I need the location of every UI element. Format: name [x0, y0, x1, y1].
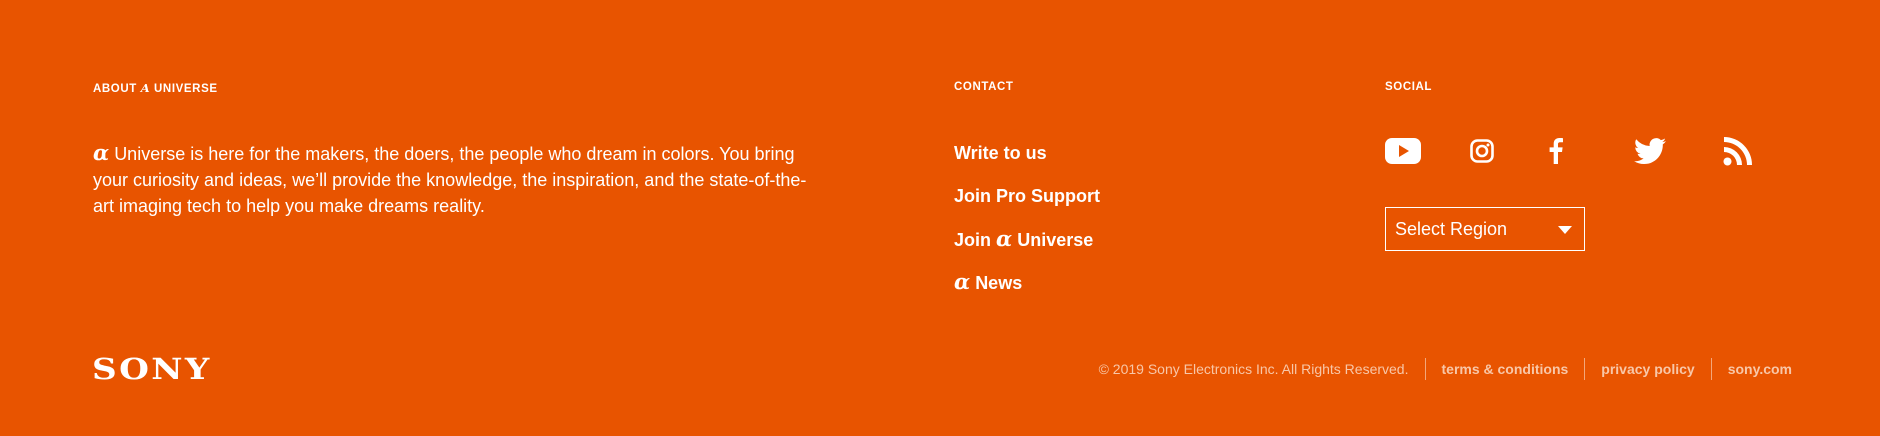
footer-legal-bar: © 2019 Sony Electronics Inc. All Rights … — [1099, 358, 1792, 380]
about-description: α Universe is here for the makers, the d… — [93, 140, 813, 219]
news-label: News — [975, 273, 1023, 293]
about-heading-suffix: UNIVERSE — [154, 83, 218, 95]
sony-logo[interactable]: SONY — [92, 352, 212, 386]
contact-link-item: Join Pro Support — [954, 183, 1100, 226]
divider — [1710, 358, 1712, 380]
write-to-us-link[interactable]: Write to us — [954, 143, 1047, 163]
rss-icon[interactable] — [1722, 134, 1754, 168]
terms-link[interactable]: terms & conditions — [1442, 361, 1569, 377]
alpha-news-link[interactable]: α News — [954, 269, 1023, 294]
about-heading-alpha: α — [140, 81, 151, 95]
twitter-icon[interactable] — [1633, 134, 1667, 168]
region-select-value: Select Region — [1395, 218, 1508, 239]
social-heading: SOCIAL — [1385, 81, 1433, 93]
about-text-alpha: α — [93, 140, 110, 165]
about-heading: ABOUT α UNIVERSE — [93, 81, 218, 95]
divider — [1584, 358, 1586, 380]
join-pro-support-link[interactable]: Join Pro Support — [954, 186, 1100, 206]
instagram-icon[interactable] — [1469, 134, 1495, 168]
youtube-icon[interactable] — [1385, 134, 1421, 168]
join-alpha-universe-link[interactable]: Join α Universe — [954, 226, 1094, 251]
join-alpha-symbol: α — [996, 226, 1013, 251]
contact-link-item: Join α Universe — [954, 226, 1100, 269]
contact-links: Write to us Join Pro Support Join α Univ… — [954, 140, 1100, 312]
contact-heading: CONTACT — [954, 81, 1014, 93]
region-select[interactable]: Select Region — [1385, 207, 1585, 251]
social-icons — [1385, 134, 1754, 168]
contact-link-item: Write to us — [954, 140, 1100, 183]
chevron-down-icon — [1558, 226, 1572, 234]
join-alpha-suffix: Universe — [1017, 230, 1094, 250]
about-heading-prefix: ABOUT — [93, 83, 137, 95]
divider — [1424, 358, 1426, 380]
sony-com-link[interactable]: sony.com — [1728, 361, 1792, 377]
news-alpha-symbol: α — [954, 269, 971, 294]
contact-link-item: α News — [954, 269, 1100, 312]
copyright-text: © 2019 Sony Electronics Inc. All Rights … — [1098, 361, 1409, 377]
join-alpha-prefix: Join — [954, 230, 992, 250]
facebook-icon[interactable] — [1548, 134, 1564, 168]
about-text-body: Universe is here for the makers, the doe… — [93, 144, 807, 216]
privacy-policy-link[interactable]: privacy policy — [1601, 361, 1694, 377]
